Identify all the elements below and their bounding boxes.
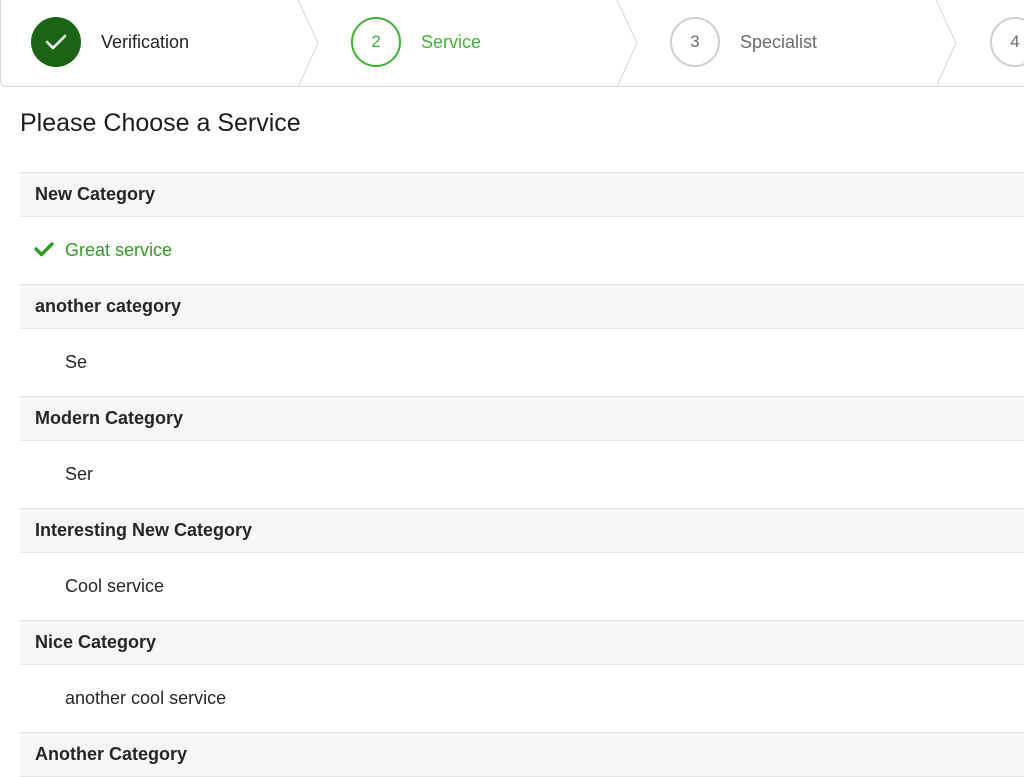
category-header: Another Category [20, 732, 1024, 777]
service-label: another cool service [65, 688, 227, 708]
check-icon [34, 242, 54, 257]
step-1-label: Verification [101, 31, 190, 52]
category-header: Nice Category [20, 620, 1024, 665]
step-2-circle: 2 [351, 17, 401, 67]
page-title: Please Choose a Service [20, 109, 301, 137]
step-4-circle: 4 [990, 17, 1024, 67]
progress-stepper: Verification 2 Service 3 Specialist 4 [0, 0, 1024, 87]
category-header: Modern Category [20, 396, 1024, 441]
service-item-ser[interactable]: Ser [20, 441, 1024, 508]
category-header: New Category [20, 172, 1024, 217]
category-header: another category [20, 284, 1024, 329]
service-label: Ser [65, 464, 94, 484]
service-item-another-cool-service[interactable]: another cool service [20, 665, 1024, 732]
service-label: Se [65, 352, 88, 372]
step-4[interactable]: 4 [990, 17, 1024, 67]
service-list: New Category Great service another categ… [20, 172, 1024, 777]
step-service[interactable]: 2 Service [351, 17, 481, 67]
service-label: Great service [65, 240, 173, 260]
step-verification[interactable]: Verification [31, 17, 189, 67]
service-item-great-service[interactable]: Great service [20, 217, 1024, 284]
step-3-circle: 3 [670, 17, 720, 67]
service-item-se[interactable]: Se [20, 329, 1024, 396]
service-label: Cool service [65, 576, 165, 596]
step-specialist[interactable]: 3 Specialist [670, 17, 817, 67]
category-header: Interesting New Category [20, 508, 1024, 553]
step-3-label: Specialist [740, 31, 818, 52]
check-icon [45, 34, 67, 50]
step-2-label: Service [421, 31, 482, 52]
step-1-circle [31, 17, 81, 67]
service-item-cool-service[interactable]: Cool service [20, 553, 1024, 620]
